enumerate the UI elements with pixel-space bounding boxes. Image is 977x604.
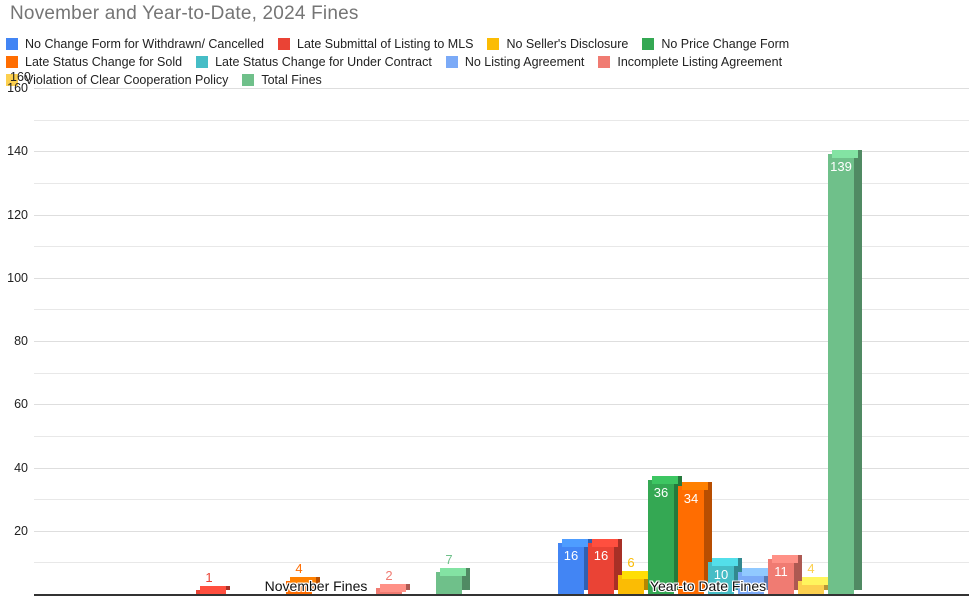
legend-item-late-status-change-for-under-contract[interactable]: Late Status Change for Under Contract xyxy=(196,55,432,69)
bar-value-label: 4 xyxy=(807,561,815,577)
gridline xyxy=(34,119,969,121)
y-axis-tick-label: 100 xyxy=(7,270,28,285)
legend-item-incomplete-listing-agreement[interactable]: Incomplete Listing Agreement xyxy=(598,55,782,69)
bar-top-face xyxy=(802,577,828,586)
legend-item-total-fines[interactable]: Total Fines xyxy=(242,73,322,87)
legend-row: No Change Form for Withdrawn/ Cancelled … xyxy=(6,35,971,53)
bar-value-label: 34 xyxy=(683,491,699,507)
bar[interactable]: 1 xyxy=(196,570,230,594)
bar-value-label: 7 xyxy=(445,551,453,567)
y-axis-tick-label: 40 xyxy=(14,460,28,475)
legend-swatch-icon xyxy=(487,38,500,50)
x-axis-category-label: Year-to Date Fines xyxy=(649,578,767,594)
y-axis-tick-label: 140 xyxy=(7,144,28,159)
bar-top-face xyxy=(380,583,406,592)
bar-top-face xyxy=(562,539,588,548)
legend-swatch-icon xyxy=(278,38,290,50)
legend-swatch-icon xyxy=(598,56,611,68)
legend-label: Incomplete Listing Agreement xyxy=(617,55,783,69)
bar-value-label: 11 xyxy=(774,564,788,580)
bar-value-label: 16 xyxy=(563,548,579,564)
legend-label: No Price Change Form xyxy=(661,37,790,51)
legend-item-no-listing-agreement[interactable]: No Listing Agreement xyxy=(445,55,585,69)
x-axis-line xyxy=(34,594,969,596)
x-axis-category-label: November Fines xyxy=(264,578,368,594)
bar-value-label: 36 xyxy=(653,485,669,501)
bar-value-label: 6 xyxy=(627,555,635,571)
bar[interactable]: 6 xyxy=(618,555,652,594)
bar-top-face xyxy=(742,567,768,576)
legend-item-late-submittal-of-listing-to-mls[interactable]: Late Submittal of Listing to MLS xyxy=(278,37,473,51)
bar-top-face xyxy=(200,586,226,594)
bar-top-face xyxy=(832,150,858,159)
bar[interactable]: 4 xyxy=(798,561,832,594)
legend-item-late-status-change-for-sold[interactable]: Late Status Change for Sold xyxy=(6,55,182,69)
chart-legend: No Change Form for Withdrawn/ Cancelled … xyxy=(6,35,971,89)
gridline xyxy=(34,88,969,89)
bar-top-face xyxy=(622,571,648,580)
bar[interactable]: 16 xyxy=(558,539,592,594)
bar-value-label: 2 xyxy=(385,567,393,583)
bar[interactable]: 2 xyxy=(376,568,410,594)
bar[interactable]: 139 xyxy=(828,150,862,594)
bar-value-label: 139 xyxy=(830,159,852,175)
bar-top-face xyxy=(440,567,466,576)
legend-item-no-price-change-form[interactable]: No Price Change Form xyxy=(642,37,789,51)
legend-label: Violation of Clear Cooperation Policy xyxy=(25,73,229,87)
bar-front-face xyxy=(828,154,854,594)
legend-label: Late Submittal of Listing to MLS xyxy=(297,37,474,51)
legend-swatch-icon xyxy=(6,56,18,68)
bar-value-label: 16 xyxy=(593,548,609,564)
legend-label: Total Fines xyxy=(261,73,322,87)
legend-swatch-icon xyxy=(242,74,255,86)
legend-item-no-change-form-for-withdrawn-cancelled[interactable]: No Change Form for Withdrawn/ Cancelled xyxy=(6,37,264,51)
bar-value-label: 4 xyxy=(295,561,303,577)
bar-value-label: 1 xyxy=(205,570,213,585)
bar[interactable]: 36 xyxy=(648,476,682,594)
y-axis-tick-label: 80 xyxy=(14,334,28,348)
legend-label: No Seller's Disclosure xyxy=(506,37,629,51)
y-axis-tick-label: 160 xyxy=(7,81,28,95)
chart-title: November and Year-to-Date, 2024 Fines xyxy=(10,3,359,24)
bar[interactable]: 11 xyxy=(768,555,802,594)
y-axis-tick-label: 60 xyxy=(14,397,28,412)
bar-top-face xyxy=(592,539,618,548)
bar-top-face xyxy=(712,558,738,567)
y-axis-tick-label: 20 xyxy=(14,523,28,538)
legend-item-violation-of-clear-cooperation-policy[interactable]: Violation of Clear Cooperation Policy xyxy=(6,73,228,87)
bar-side-face xyxy=(854,150,862,590)
legend-label: Late Status Change for Under Contract xyxy=(215,55,432,69)
bar-top-face xyxy=(772,555,798,564)
legend-item-no-sellers-disclosure[interactable]: No Seller's Disclosure xyxy=(487,37,628,51)
plot-area: 20 40 60 80 100 120 140 160 1 4 2 7 November Fines 16… xyxy=(7,81,969,596)
legend-row: Violation of Clear Cooperation Policy To… xyxy=(6,71,971,89)
y-axis-tick-label: 120 xyxy=(7,207,28,222)
legend-swatch-icon xyxy=(642,38,655,50)
legend-swatch-icon xyxy=(6,38,18,50)
legend-label: No Change Form for Withdrawn/ Cancelled xyxy=(25,37,264,51)
legend-row: Late Status Change for Sold Late Status … xyxy=(6,53,971,71)
gridline xyxy=(34,151,969,153)
bar-top-face xyxy=(652,476,678,485)
legend-label: No Listing Agreement xyxy=(464,55,585,69)
bar[interactable]: 7 xyxy=(436,552,470,594)
bar[interactable]: 16 xyxy=(588,539,622,594)
legend-label: Late Status Change for Sold xyxy=(25,55,183,69)
legend-swatch-icon xyxy=(196,56,209,68)
bar-top-face xyxy=(682,482,708,491)
chart-container: November and Year-to-Date, 2024 Fines No… xyxy=(0,0,977,604)
legend-swatch-icon xyxy=(445,56,458,68)
